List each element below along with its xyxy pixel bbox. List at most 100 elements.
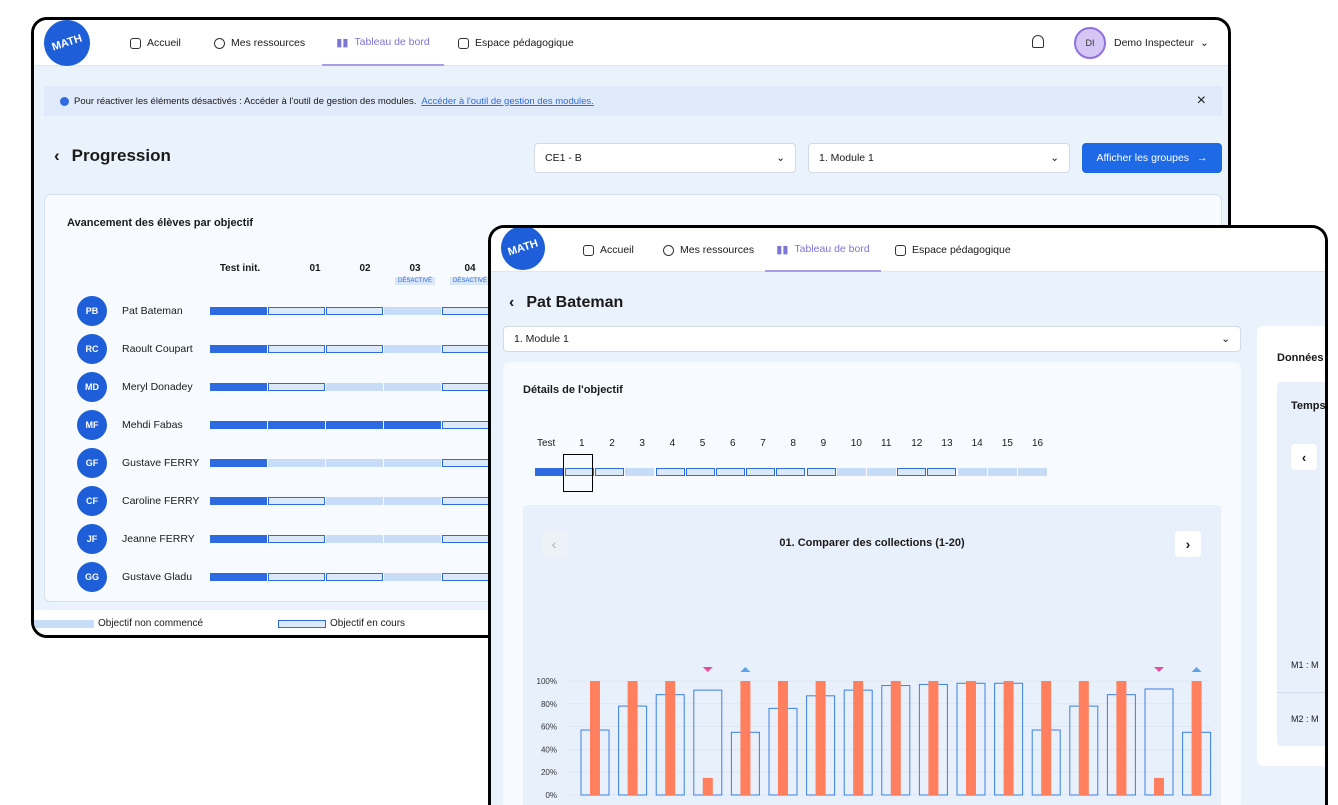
student-row[interactable]: MD Meryl Donadey — [77, 372, 499, 402]
step-progress-bar[interactable] — [595, 468, 625, 476]
step-label: 7 — [760, 438, 766, 449]
objective-progress-bar[interactable] — [268, 497, 325, 505]
objective-progress-bar[interactable] — [268, 459, 325, 467]
avatar[interactable]: DI — [1074, 27, 1106, 59]
objective-progress-bar[interactable] — [268, 421, 325, 429]
objective-progress-bar[interactable] — [384, 497, 441, 505]
objective-progress-bar[interactable] — [210, 345, 267, 353]
info-icon — [60, 96, 69, 106]
step-label: 2 — [609, 438, 615, 449]
objective-progress-bar[interactable] — [326, 459, 383, 467]
module-select[interactable]: 1. Module 1 ⌄ — [503, 326, 1241, 352]
objective-progress-bar[interactable] — [210, 421, 267, 429]
objective-progress-bar[interactable] — [210, 573, 267, 581]
nav-tableau-de-bord[interactable]: ▮▮ Tableau de bord — [322, 20, 444, 66]
step-label: 8 — [790, 438, 796, 449]
close-icon[interactable]: × — [1197, 92, 1206, 110]
objective-progress-bar[interactable] — [268, 345, 325, 353]
nav-tableau-de-bord[interactable]: ▮▮ Tableau de bord — [765, 228, 881, 272]
student-row[interactable]: RC Raoult Coupart — [77, 334, 499, 364]
objective-progress-bar[interactable] — [210, 535, 267, 543]
step-progress-bar[interactable] — [836, 468, 866, 476]
nav-accueil[interactable]: Accueil — [583, 228, 634, 272]
step-progress-bar[interactable] — [776, 468, 806, 476]
disabled-tag: DÉSACTIVÉ — [395, 277, 436, 285]
objective-progress-bar[interactable] — [326, 573, 383, 581]
objective-progress-bar[interactable] — [268, 573, 325, 581]
step-progress-bar[interactable] — [746, 468, 776, 476]
objective-progress-bar[interactable] — [210, 307, 267, 315]
user-menu[interactable]: Demo Inspecteur ⌄ — [1114, 20, 1209, 66]
time-prev-button[interactable]: ‹ — [1291, 444, 1317, 470]
nav-ressources[interactable]: Mes ressources — [663, 228, 754, 272]
objective-progress-bar[interactable] — [268, 535, 325, 543]
score-bar-fill — [702, 777, 713, 795]
banner-link[interactable]: Accéder à l'outil de gestion des modules… — [421, 96, 593, 107]
step-progress-bar[interactable] — [957, 468, 987, 476]
student-row[interactable]: JF Jeanne FERRY — [77, 524, 499, 554]
student-row[interactable]: GG Gustave Gladu — [77, 562, 499, 592]
student-row[interactable]: CF Caroline FERRY — [77, 486, 499, 516]
step-progress-bar[interactable] — [1018, 468, 1047, 476]
score-bar-fill — [778, 681, 788, 795]
objective-progress-bar[interactable] — [326, 497, 383, 505]
chart-icon: ▮▮ — [336, 36, 349, 49]
objective-progress-bar[interactable] — [268, 383, 325, 391]
up-marker-icon — [740, 667, 751, 672]
y-tick-label: 20% — [541, 768, 557, 777]
student-name: Caroline FERRY — [122, 495, 200, 507]
back-icon[interactable]: ‹ — [509, 294, 514, 312]
show-groups-button[interactable]: Afficher les groupes → — [1082, 143, 1222, 173]
step-progress-bar[interactable] — [867, 468, 896, 476]
objective-progress-bar[interactable] — [384, 383, 441, 391]
student-row[interactable]: PB Pat Bateman — [77, 296, 499, 326]
objective-progress-bar[interactable] — [326, 383, 383, 391]
step-progress-bar[interactable] — [685, 468, 715, 476]
step-label: 4 — [669, 438, 676, 449]
step-label: 13 — [941, 438, 953, 449]
class-select[interactable]: CE1 - B ⌄ — [534, 143, 796, 173]
objective-progress-bar[interactable] — [384, 307, 441, 315]
bell-icon[interactable] — [1032, 35, 1044, 48]
objective-progress-bar[interactable] — [326, 345, 383, 353]
step-progress-bar[interactable] — [806, 468, 836, 476]
objective-progress-bar[interactable] — [268, 307, 325, 315]
step-progress-bar[interactable] — [716, 468, 745, 476]
resources-icon — [214, 37, 225, 49]
objective-progress-bar[interactable] — [326, 307, 383, 315]
objective-progress-bar[interactable] — [384, 421, 441, 429]
chart-icon: ▮▮ — [776, 243, 789, 256]
nav-label: Mes ressources — [231, 37, 306, 49]
objective-progress-bar[interactable] — [326, 421, 383, 429]
objective-progress-bar[interactable] — [326, 535, 383, 543]
step-progress-bar[interactable] — [535, 468, 564, 476]
objective-progress-bar[interactable] — [384, 345, 441, 353]
objective-progress-bar[interactable] — [210, 383, 267, 391]
back-icon[interactable]: ‹ — [54, 146, 60, 166]
student-row[interactable]: MF Mehdi Fabas — [77, 410, 499, 440]
module-select[interactable]: 1. Module 1 ⌄ — [808, 143, 1070, 173]
objective-progress-bar[interactable] — [384, 573, 441, 581]
nav-espace-pedagogique[interactable]: Espace pédagogique — [458, 20, 574, 66]
step-progress-bar[interactable] — [987, 468, 1017, 476]
objective-progress-bar[interactable] — [210, 497, 267, 505]
nav-ressources[interactable]: Mes ressources — [214, 20, 305, 66]
carousel-panel: ‹ 01. Comparer des collections (1-20) › … — [523, 505, 1221, 805]
step-progress-bar[interactable] — [927, 468, 957, 476]
nav-accueil[interactable]: Accueil — [130, 20, 181, 66]
y-tick-label: 100% — [537, 677, 557, 686]
student-row[interactable]: GF Gustave FERRY — [77, 448, 499, 478]
step-progress-bar[interactable] — [897, 468, 927, 476]
step-progress-bar[interactable] — [655, 468, 685, 476]
step-progress-bar[interactable] — [625, 468, 655, 476]
chevron-down-icon: ⌄ — [1221, 333, 1230, 345]
nav-label: Accueil — [600, 244, 634, 256]
adaptiv-math-logo[interactable]: MATH — [38, 20, 96, 72]
adaptiv-math-logo[interactable]: MATH — [495, 228, 551, 276]
objective-progress-bar[interactable] — [210, 459, 267, 467]
step-label: Test — [537, 438, 556, 449]
objective-progress-bar[interactable] — [384, 459, 441, 467]
step-label: 3 — [639, 438, 645, 449]
nav-espace-pedagogique[interactable]: Espace pédagogique — [895, 228, 1011, 272]
objective-progress-bar[interactable] — [384, 535, 441, 543]
